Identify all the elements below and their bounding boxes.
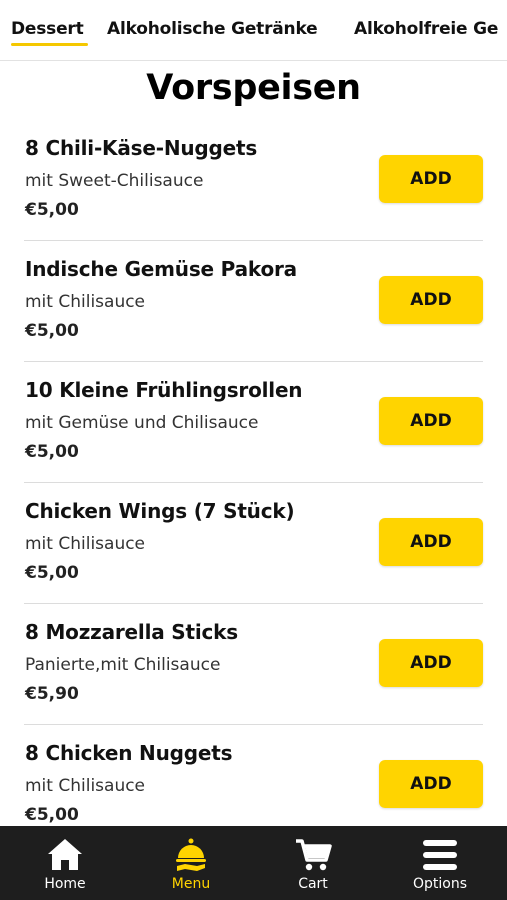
tab-alkoholfreie-getraenke[interactable]: Alkoholfreie Ge: [354, 19, 498, 39]
item-description: Panierte,mit Chilisauce: [25, 655, 221, 675]
add-button[interactable]: ADD: [379, 760, 483, 808]
item-name: 8 Mozzarella Sticks: [25, 620, 238, 644]
menu-item: 8 Mozzarella Sticks Panierte,mit Chilisa…: [24, 604, 483, 725]
nav-label-options: Options: [412, 876, 468, 892]
nav-cart[interactable]: Cart: [250, 826, 376, 900]
nav-home[interactable]: Home: [2, 826, 128, 900]
nav-options[interactable]: Options: [377, 826, 503, 900]
menu-item: 8 Chili-Käse-Nuggets mit Sweet-Chilisauc…: [24, 120, 483, 241]
active-tab-indicator: [11, 43, 88, 46]
add-button[interactable]: ADD: [379, 397, 483, 445]
item-name: 8 Chicken Nuggets: [25, 741, 233, 765]
item-description: mit Gemüse und Chilisauce: [25, 413, 259, 433]
menu-item: Indische Gemüse Pakora mit Chilisauce €5…: [24, 241, 483, 362]
item-price: €5,00: [25, 321, 79, 341]
add-button[interactable]: ADD: [379, 518, 483, 566]
tab-dessert[interactable]: Dessert: [11, 19, 84, 39]
add-button[interactable]: ADD: [379, 639, 483, 687]
nav-menu[interactable]: Menu: [128, 826, 254, 900]
item-price: €5,00: [25, 442, 79, 462]
section-title: Vorspeisen: [146, 68, 361, 108]
add-button[interactable]: ADD: [379, 155, 483, 203]
item-name: Indische Gemüse Pakora: [25, 257, 297, 281]
cart-icon: [296, 839, 332, 871]
menu-lines-icon: [423, 840, 457, 870]
item-name: Chicken Wings (7 Stück): [25, 499, 295, 523]
item-description: mit Sweet-Chilisauce: [25, 171, 204, 191]
item-description: mit Chilisauce: [25, 776, 146, 796]
item-description: mit Chilisauce: [25, 292, 146, 312]
food-service-icon: [176, 838, 206, 871]
item-price: €5,00: [25, 200, 79, 220]
menu-list: 8 Chili-Käse-Nuggets mit Sweet-Chilisauc…: [0, 120, 507, 845]
category-tabs: Dessert Alkoholische Getränke Alkoholfre…: [0, 0, 507, 61]
home-icon: [48, 839, 82, 870]
item-price: €5,00: [25, 563, 79, 583]
menu-item: Chicken Wings (7 Stück) mit Chilisauce €…: [24, 483, 483, 604]
nav-label-menu: Menu: [171, 876, 211, 892]
nav-label-home: Home: [44, 876, 86, 892]
tab-alkoholische-getraenke[interactable]: Alkoholische Getränke: [107, 19, 318, 39]
item-price: €5,00: [25, 805, 79, 825]
menu-item: 10 Kleine Frühlingsrollen mit Gemüse und…: [24, 362, 483, 483]
bottom-navigation: Home Menu Cart Options: [0, 826, 507, 900]
nav-label-cart: Cart: [298, 876, 328, 892]
add-button[interactable]: ADD: [379, 276, 483, 324]
item-name: 8 Chili-Käse-Nuggets: [25, 136, 258, 160]
item-price: €5,90: [25, 684, 79, 704]
item-name: 10 Kleine Frühlingsrollen: [25, 378, 303, 402]
item-description: mit Chilisauce: [25, 534, 146, 554]
